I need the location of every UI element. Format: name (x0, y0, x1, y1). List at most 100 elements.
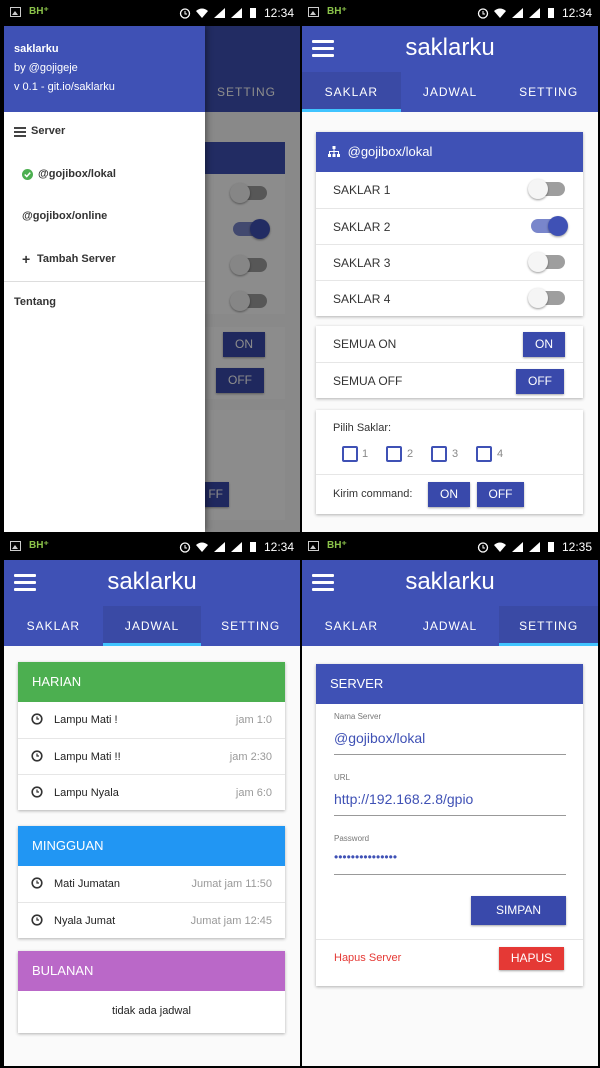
server-list-icon (14, 127, 26, 137)
switch-knob (528, 288, 548, 308)
switch-row: SAKLAR 3 (316, 244, 583, 280)
tab-bar: SAKLAR JADWAL SETTING (4, 606, 300, 646)
wifi-icon (493, 542, 506, 552)
signal-icon-2 (528, 542, 540, 552)
switch-label: SAKLAR 3 (333, 256, 391, 270)
drawer-scrim[interactable] (205, 26, 300, 532)
clock-time: 12:34 (561, 6, 592, 20)
mingguan-card: MINGGUAN Mati Jumatan Jumat jam 11:50 Nyal… (18, 826, 285, 938)
setting-content: SERVER Nama Server @gojibox/lokal URL ht… (302, 646, 598, 1066)
bbm-notification-icon: BH⁺ (327, 6, 347, 17)
clock-time: 12:34 (263, 540, 294, 554)
tab-saklar[interactable]: SAKLAR (4, 606, 103, 646)
app-title: saklarku (405, 568, 495, 595)
screen-drawer: BH⁺ 12:34 SETTING ON OFF FF saklarku by … (4, 2, 300, 532)
signal-icon-2 (230, 8, 242, 18)
battery-icon (547, 542, 554, 552)
kirim-on-button[interactable]: ON (428, 482, 470, 507)
server-card: SERVER Nama Server @gojibox/lokal URL ht… (316, 664, 583, 986)
clock-icon (31, 713, 43, 725)
checkbox-4[interactable] (476, 446, 492, 462)
checkbox-2[interactable] (386, 446, 402, 462)
image-notification-icon (10, 6, 21, 17)
divider (316, 939, 583, 940)
app-bar: saklarku (4, 560, 300, 606)
switch-toggle-1[interactable] (528, 179, 565, 199)
switch-knob (528, 179, 548, 199)
check-circle-icon (22, 169, 33, 180)
server-name-label: Nama Server (334, 712, 382, 721)
status-bar: BH⁺ 12:34 (4, 2, 300, 26)
tab-bar: SAKLAR JADWAL SETTING (302, 606, 598, 646)
alarm-icon (477, 8, 489, 19)
alarm-icon (179, 8, 191, 19)
switch-row: SAKLAR 2 (316, 208, 583, 244)
tab-setting[interactable]: SETTING (499, 72, 598, 112)
schedule-time: Jumat jam 12:45 (190, 915, 272, 927)
drawer-server-header: Server (31, 125, 66, 137)
app-title: saklarku (107, 568, 197, 595)
checkbox-4-label: 4 (497, 448, 504, 460)
drawer-author: by @gojigeje (14, 62, 78, 74)
drawer-server-online[interactable]: @gojibox/online (22, 210, 107, 222)
switch-knob (528, 252, 548, 272)
screen-jadwal: BH⁺ 12:34 saklarku SAKLAR JADWAL SETTING… (4, 536, 300, 1066)
schedule-row[interactable]: Nyala Jumat Jumat jam 12:45 (18, 902, 285, 938)
delete-button[interactable]: HAPUS (499, 947, 564, 970)
all-on-label: SEMUA ON (333, 337, 397, 351)
switch-card-header: @gojibox/lokal (316, 132, 583, 172)
bbm-notification-icon: BH⁺ (29, 540, 49, 551)
url-input[interactable]: http://192.168.2.8/gpio (334, 791, 566, 816)
server-card-header: SERVER (316, 664, 583, 704)
sitemap-icon (328, 146, 340, 157)
alarm-icon (477, 542, 489, 553)
tab-jadwal[interactable]: JADWAL (102, 606, 202, 646)
tab-bar: SAKLAR JADWAL SETTING (302, 72, 598, 112)
saklar-content: @gojibox/lokal SAKLAR 1 SAKLAR 2 SAKLAR 3 S… (302, 112, 598, 532)
checkbox-1[interactable] (342, 446, 358, 462)
schedule-row[interactable]: Lampu Mati !! jam 2:30 (18, 738, 285, 774)
all-on-row: SEMUA ON ON (316, 326, 583, 362)
server-name-input[interactable]: @gojibox/lokal (334, 730, 566, 755)
tab-jadwal[interactable]: JADWAL (401, 72, 500, 112)
all-off-button[interactable]: OFF (516, 369, 564, 394)
image-notification-icon (308, 6, 319, 17)
schedule-row[interactable]: Lampu Nyala jam 6:0 (18, 774, 285, 810)
all-on-button[interactable]: ON (523, 332, 565, 357)
switch-toggle-2[interactable] (531, 216, 568, 236)
switch-toggle-4[interactable] (528, 288, 565, 308)
schedule-row[interactable]: Mati Jumatan Jumat jam 11:50 (18, 866, 285, 902)
tab-setting[interactable]: SETTING (499, 606, 598, 646)
checkbox-2-label: 2 (407, 448, 414, 460)
drawer-version: v 0.1 - git.io/saklarku (14, 81, 115, 93)
signal-icon (511, 542, 523, 552)
schedule-time: Jumat jam 11:50 (191, 878, 272, 890)
password-input[interactable]: ••••••••••••••• (334, 850, 566, 875)
tab-saklar[interactable]: SAKLAR (302, 72, 401, 112)
drawer-divider (4, 281, 205, 282)
switch-knob (548, 216, 568, 236)
schedule-name: Lampu Mati !! (54, 751, 121, 763)
app-title: saklarku (405, 34, 495, 61)
schedule-name: Mati Jumatan (54, 878, 121, 890)
image-notification-icon (308, 540, 319, 551)
url-label: URL (334, 773, 351, 782)
tab-saklar[interactable]: SAKLAR (302, 606, 401, 646)
tab-setting[interactable]: SETTING (201, 606, 300, 646)
password-label: Password (334, 834, 370, 843)
switch-toggle-3[interactable] (528, 252, 565, 272)
kirim-off-button[interactable]: OFF (477, 482, 524, 507)
clock-icon (31, 914, 43, 926)
pilih-card: Pilih Saklar: 1 2 3 4 Kirim command: ON … (316, 410, 583, 514)
status-bar: BH⁺ 12:35 (302, 536, 598, 560)
drawer-server-lokal[interactable]: @gojibox/lokal (38, 168, 116, 180)
screen-saklar: BH⁺ 12:34 saklarku SAKLAR JADWAL SETTING… (302, 2, 598, 532)
checkbox-3[interactable] (431, 446, 447, 462)
drawer-about[interactable]: Tentang (14, 296, 56, 308)
tab-jadwal[interactable]: JADWAL (401, 606, 500, 646)
drawer-add-server[interactable]: Tambah Server (37, 253, 116, 265)
clock-icon (31, 786, 43, 798)
signal-icon (511, 8, 523, 18)
save-button[interactable]: SIMPAN (471, 896, 566, 925)
schedule-row[interactable]: Lampu Mati ! jam 1:0 (18, 702, 285, 738)
